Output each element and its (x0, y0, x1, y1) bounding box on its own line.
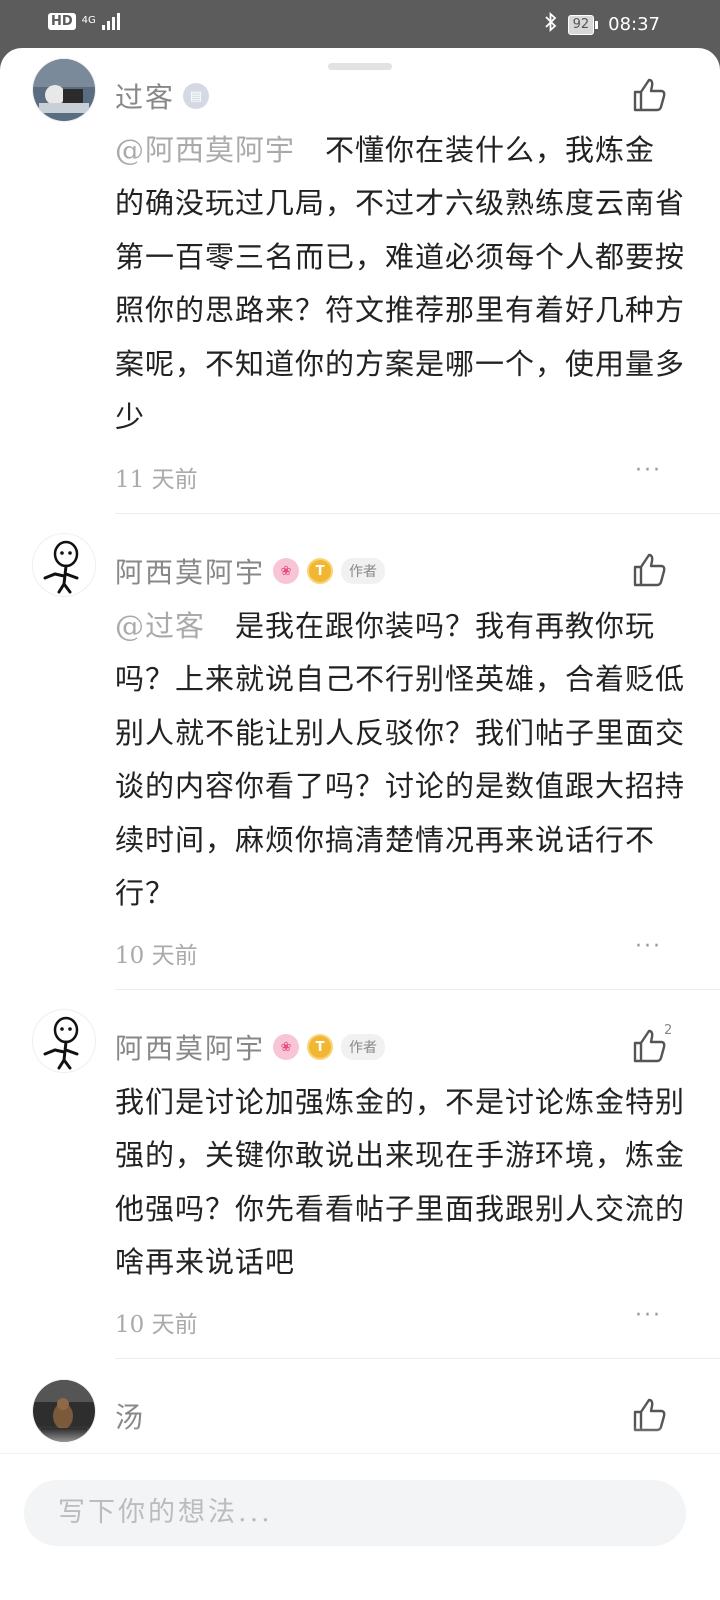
username[interactable]: 阿西莫阿宇 (115, 1027, 265, 1067)
clock: 08:37 (608, 14, 660, 35)
status-right: 92 08:37 (544, 11, 660, 37)
comment-header: 阿西莫阿宇 ❀ T 作者 (115, 551, 386, 591)
scroll-fade (0, 1426, 720, 1456)
battery-level: 92 (567, 14, 595, 35)
more-options-icon[interactable]: ··· (635, 934, 662, 959)
like-icon[interactable] (630, 1027, 668, 1065)
gold-badge-icon: T (307, 1034, 334, 1060)
avatar[interactable] (32, 58, 96, 122)
comment-time: 11 天前 (115, 467, 198, 493)
fan-badge-icon: ❀ (273, 1034, 300, 1060)
avatar[interactable] (32, 1009, 96, 1073)
more-options-icon[interactable]: ··· (635, 458, 662, 483)
comment-time: 10 天前 (115, 943, 198, 969)
comments-sheet: 过客 ▤ @阿西莫阿宇 不懂你在装什么，我炼金的确没玩过几局，不过才六级熟练度云南… (0, 48, 720, 1600)
battery-icon: 92 (567, 14, 599, 35)
like-icon[interactable] (630, 551, 668, 589)
network-type: 4G (81, 15, 96, 26)
author-tag: 作者 (341, 1034, 386, 1060)
comment-header: 阿西莫阿宇 ❀ T 作者 (115, 1027, 386, 1067)
divider (115, 989, 720, 990)
more-options-icon[interactable]: ··· (635, 1303, 662, 1328)
comment-input[interactable]: 写下你的想法... (24, 1480, 686, 1546)
like-count: 2 (664, 1023, 673, 1038)
comment-body: @阿西莫阿宇 不懂你在装什么，我炼金的确没玩过几局，不过才六级熟练度云南省第一百零… (115, 124, 685, 444)
comment-time: 10 天前 (115, 1312, 198, 1338)
comment-body: 我们是讨论加强炼金的，不是讨论炼金特别强的，关键你敢说出来现在手游环境，炼金他强… (115, 1076, 685, 1290)
divider (115, 1358, 720, 1359)
status-left: HD 4G (48, 12, 120, 30)
comment-text: 不懂你在装什么，我炼金的确没玩过几局，不过才六级熟练度云南省第一百零三名而已，难… (115, 133, 686, 435)
comment-body: @过客 是我在跟你装吗？我有再教你玩吗？上来就说自己不行别怪英雄，合着贬低别人就不… (115, 600, 685, 920)
like-icon[interactable] (630, 76, 668, 114)
comment-text: 是我在跟你装吗？我有再教你玩吗？上来就说自己不行别怪英雄，合着贬低别人就不能让别… (115, 609, 686, 911)
username[interactable]: 过客 (115, 76, 175, 116)
bluetooth-icon (544, 11, 558, 37)
status-bar: HD 4G 92 08:37 (0, 0, 720, 50)
mention-link[interactable]: @过客 (115, 609, 205, 643)
mention-link[interactable]: @阿西莫阿宇 (115, 133, 295, 167)
level-badge-icon: ▤ (183, 83, 210, 109)
author-tag: 作者 (341, 558, 386, 584)
divider (115, 513, 720, 514)
comment-header: 过客 ▤ (115, 76, 210, 116)
fan-badge-icon: ❀ (273, 558, 300, 584)
avatar[interactable] (32, 533, 96, 597)
drag-handle[interactable] (328, 63, 392, 70)
comment-composer: 写下你的想法... (0, 1454, 720, 1600)
comment-text: 我们是讨论加强炼金的，不是讨论炼金特别强的，关键你敢说出来现在手游环境，炼金他强… (115, 1085, 686, 1280)
signal-icon (101, 12, 120, 30)
gold-badge-icon: T (307, 558, 334, 584)
username[interactable]: 阿西莫阿宇 (115, 551, 265, 591)
hd-icon: HD (48, 12, 76, 30)
